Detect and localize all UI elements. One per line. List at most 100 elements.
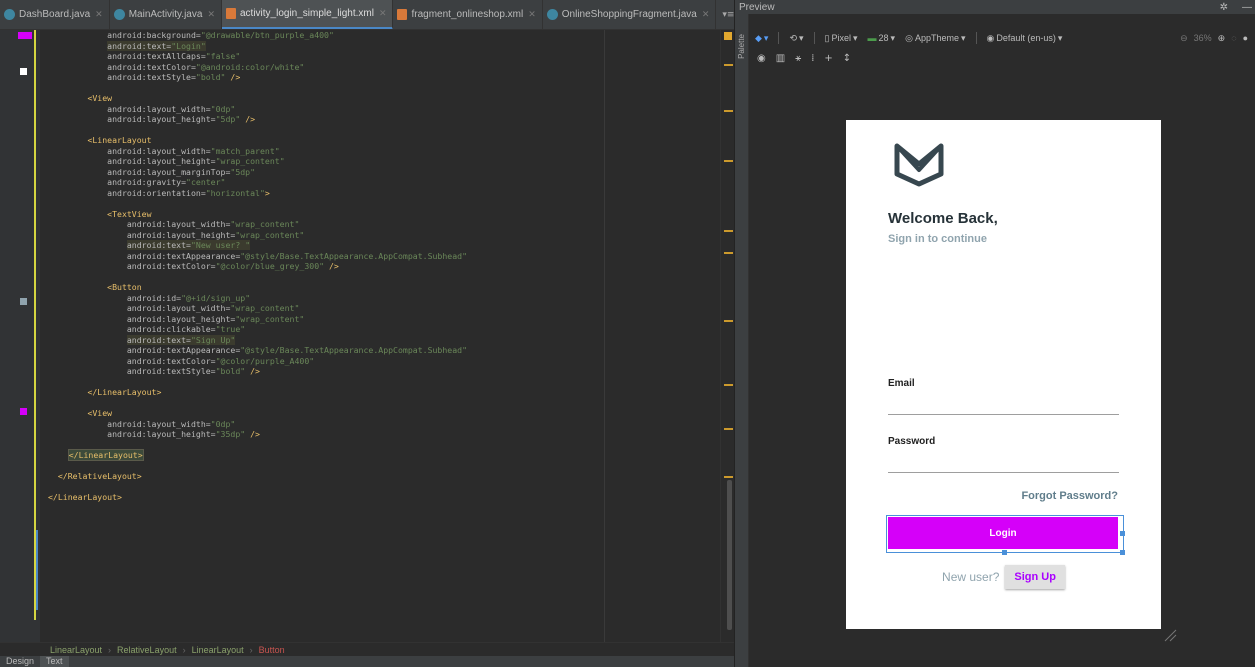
- palette-label[interactable]: Palette: [737, 34, 746, 59]
- zoom-in-icon[interactable]: ⊕: [1218, 33, 1226, 44]
- tab-dashboard-java[interactable]: DashBoard.java ✕: [0, 0, 110, 29]
- warning-marker[interactable]: [724, 384, 733, 386]
- email-field[interactable]: [888, 399, 1119, 415]
- minimize-icon[interactable]: —: [1242, 2, 1252, 13]
- code-line[interactable]: android:background="@drawable/btn_purple…: [48, 30, 608, 41]
- align-icon[interactable]: ↕: [843, 53, 851, 64]
- code-line[interactable]: android:textColor="@android:color/white": [48, 62, 608, 73]
- tab-mainactivity-java[interactable]: MainActivity.java ✕: [110, 0, 222, 29]
- code-line[interactable]: [48, 198, 608, 209]
- code-line[interactable]: android:layout_height="wrap_content": [48, 314, 608, 325]
- code-line[interactable]: [48, 83, 608, 94]
- tab-list-menu-icon[interactable]: ▾≡₂: [716, 10, 734, 20]
- warning-marker[interactable]: [724, 230, 733, 232]
- code-line[interactable]: android:clickable="true": [48, 324, 608, 335]
- orientation-button[interactable]: ⟲ ▾: [789, 33, 803, 44]
- breadcrumb-item[interactable]: RelativeLayout: [117, 645, 177, 655]
- code-line[interactable]: </LinearLayout>: [48, 387, 608, 398]
- login-button[interactable]: Login: [888, 517, 1118, 549]
- code-line[interactable]: android:layout_width="0dp": [48, 419, 608, 430]
- resize-handle[interactable]: [1120, 550, 1125, 555]
- code-line[interactable]: android:layout_height="35dp" />: [48, 429, 608, 440]
- resize-handle[interactable]: [1120, 531, 1125, 536]
- gear-icon[interactable]: ✲: [1220, 2, 1228, 13]
- tab-fragment-onlineshop-xml[interactable]: fragment_onlineshop.xml ✕: [393, 0, 543, 29]
- editor-scrollbar-thumb[interactable]: [727, 480, 732, 630]
- code-line[interactable]: android:layout_width="0dp": [48, 104, 608, 115]
- warning-marker[interactable]: [724, 476, 733, 478]
- code-line[interactable]: android:layout_height="wrap_content": [48, 156, 608, 167]
- code-line[interactable]: android:layout_marginTop="5dp": [48, 167, 608, 178]
- code-line[interactable]: </LinearLayout>: [48, 449, 608, 461]
- code-line[interactable]: android:textStyle="bold" />: [48, 72, 608, 83]
- theme-selector[interactable]: ◎ AppTheme ▾: [905, 33, 965, 44]
- tab-design[interactable]: Design: [0, 656, 40, 667]
- close-icon[interactable]: ✕: [528, 9, 536, 20]
- close-icon[interactable]: ✕: [379, 8, 387, 19]
- code-line[interactable]: <View: [48, 93, 608, 104]
- warning-marker[interactable]: [724, 320, 733, 322]
- breadcrumb-item[interactable]: Button: [259, 645, 285, 655]
- code-line[interactable]: android:textAllCaps="false": [48, 51, 608, 62]
- close-icon[interactable]: ✕: [702, 9, 710, 20]
- code-line[interactable]: </LinearLayout>: [48, 492, 608, 503]
- sign-up-button[interactable]: Sign Up: [1005, 565, 1065, 589]
- code-line[interactable]: android:layout_width="match_parent": [48, 146, 608, 157]
- code-line[interactable]: android:text="Login": [48, 40, 608, 52]
- info-icon[interactable]: ●: [1243, 33, 1248, 44]
- error-stripe[interactable]: [720, 30, 734, 642]
- code-line[interactable]: android:layout_width="wrap_content": [48, 303, 608, 314]
- warning-marker[interactable]: [724, 64, 733, 66]
- code-line[interactable]: [48, 482, 608, 493]
- code-line[interactable]: android:textAppearance="@style/Base.Text…: [48, 345, 608, 356]
- forgot-password-link[interactable]: Forgot Password?: [1021, 490, 1118, 502]
- tab-activity-login-xml[interactable]: activity_login_simple_light.xml ✕: [221, 0, 394, 29]
- warning-marker[interactable]: [724, 428, 733, 430]
- close-icon[interactable]: ✕: [95, 9, 103, 20]
- code-line[interactable]: android:textColor="@color/purple_A400": [48, 356, 608, 367]
- device-selector[interactable]: ▯ Pixel ▾: [825, 33, 858, 44]
- code-line[interactable]: [48, 398, 608, 409]
- warning-marker[interactable]: [724, 160, 733, 162]
- tab-onlineshoppingfragment-java[interactable]: OnlineShoppingFragment.java ✕: [543, 0, 717, 29]
- code-line[interactable]: android:textColor="@color/blue_grey_300"…: [48, 261, 608, 272]
- code-line[interactable]: android:layout_height="5dp" />: [48, 114, 608, 125]
- resize-handle[interactable]: [1002, 550, 1007, 555]
- code-line[interactable]: [48, 377, 608, 388]
- breadcrumb-item[interactable]: LinearLayout: [192, 645, 244, 655]
- constraints-icon[interactable]: ⚹: [795, 53, 801, 64]
- code-line[interactable]: android:orientation="horizontal">: [48, 188, 608, 199]
- breadcrumb-item[interactable]: LinearLayout: [50, 645, 102, 655]
- resize-grip-icon[interactable]: [1163, 628, 1177, 642]
- tab-text[interactable]: Text: [40, 656, 69, 667]
- eye-icon[interactable]: ◉: [757, 53, 766, 64]
- code-editor[interactable]: android:background="@drawable/btn_purple…: [48, 30, 608, 642]
- code-line[interactable]: [48, 125, 608, 136]
- code-line[interactable]: <LinearLayout: [48, 135, 608, 146]
- pack-icon[interactable]: +: [824, 53, 832, 64]
- zoom-out-icon[interactable]: ⊖: [1180, 33, 1188, 44]
- code-line[interactable]: <TextView: [48, 209, 608, 220]
- code-line[interactable]: android:gravity="center": [48, 177, 608, 188]
- zoom-fit-icon[interactable]: ◌: [1231, 33, 1236, 44]
- blueprint-icon[interactable]: ▥: [776, 53, 785, 64]
- margins-icon[interactable]: ⁞: [811, 53, 814, 64]
- code-line[interactable]: android:id="@+id/sign_up": [48, 293, 608, 304]
- password-field[interactable]: [888, 457, 1119, 473]
- code-line[interactable]: android:text="New user? ": [48, 240, 608, 251]
- code-line[interactable]: android:layout_height="wrap_content": [48, 230, 608, 241]
- code-line[interactable]: [48, 272, 608, 283]
- code-line[interactable]: android:textStyle="bold" />: [48, 366, 608, 377]
- code-line[interactable]: android:layout_width="wrap_content": [48, 219, 608, 230]
- warning-marker[interactable]: [724, 110, 733, 112]
- code-line[interactable]: android:textAppearance="@style/Base.Text…: [48, 251, 608, 262]
- code-line[interactable]: [48, 461, 608, 472]
- warning-marker[interactable]: [724, 252, 733, 254]
- close-icon[interactable]: ✕: [207, 9, 215, 20]
- locale-selector[interactable]: ◉ Default (en-us) ▾: [987, 33, 1063, 44]
- code-line[interactable]: <View: [48, 408, 608, 419]
- api-selector[interactable]: ▬ 28 ▾: [868, 33, 896, 44]
- code-line[interactable]: android:text="Sign Up": [48, 334, 608, 346]
- design-surface-button[interactable]: ◆ ▾: [755, 33, 768, 44]
- code-line[interactable]: </RelativeLayout>: [48, 471, 608, 482]
